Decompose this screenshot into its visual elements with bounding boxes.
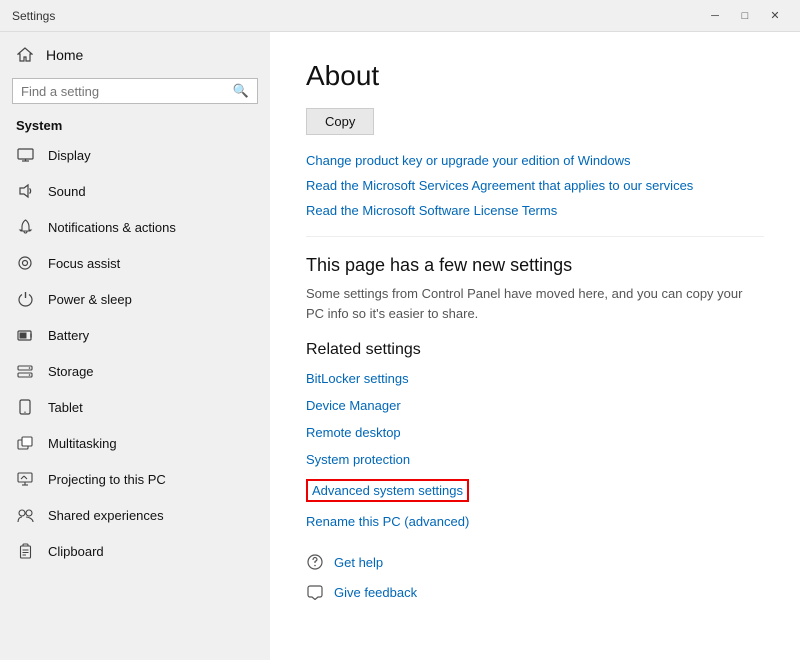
link-system-protection[interactable]: System protection (306, 452, 764, 467)
sidebar-item-clipboard[interactable]: Clipboard (0, 533, 270, 569)
sidebar-item-display[interactable]: Display (0, 137, 270, 173)
sidebar-item-notifications[interactable]: Notifications & actions (0, 209, 270, 245)
multitasking-icon (16, 434, 34, 452)
sidebar-item-focus-label: Focus assist (48, 256, 120, 271)
bottom-links: Get help Give feedback (306, 553, 764, 601)
link-advanced-system[interactable]: Advanced system settings (306, 479, 469, 502)
sidebar-item-storage-label: Storage (48, 364, 94, 379)
sidebar-item-tablet[interactable]: Tablet (0, 389, 270, 425)
title-bar: Settings ─ □ ✕ (0, 0, 800, 32)
storage-icon (16, 362, 34, 380)
related-settings-title: Related settings (306, 341, 764, 359)
search-icon: 🔍 (233, 83, 249, 99)
new-settings-heading: This page has a few new settings (306, 255, 764, 276)
sidebar-section-label: System (0, 112, 270, 137)
sidebar: Home 🔍 System Display Sound (0, 32, 270, 660)
copy-button[interactable]: Copy (306, 108, 374, 135)
sidebar-item-battery-label: Battery (48, 328, 89, 343)
give-feedback-item[interactable]: Give feedback (306, 583, 764, 601)
minimize-button[interactable]: ─ (702, 6, 728, 26)
sidebar-item-storage[interactable]: Storage (0, 353, 270, 389)
sidebar-item-multitasking-label: Multitasking (48, 436, 117, 451)
sidebar-item-projecting[interactable]: Projecting to this PC (0, 461, 270, 497)
link-device-manager[interactable]: Device Manager (306, 398, 764, 413)
give-feedback-label[interactable]: Give feedback (334, 585, 417, 600)
get-help-item[interactable]: Get help (306, 553, 764, 571)
sidebar-item-notifications-label: Notifications & actions (48, 220, 176, 235)
sidebar-item-shared-label: Shared experiences (48, 508, 164, 523)
battery-icon (16, 326, 34, 344)
search-box: 🔍 (12, 78, 258, 104)
give-feedback-icon (306, 583, 324, 601)
display-icon (16, 146, 34, 164)
shared-icon (16, 506, 34, 524)
sidebar-item-power[interactable]: Power & sleep (0, 281, 270, 317)
home-icon (16, 46, 34, 64)
sidebar-item-multitasking[interactable]: Multitasking (0, 425, 270, 461)
tablet-icon (16, 398, 34, 416)
clipboard-icon (16, 542, 34, 560)
title-bar-title: Settings (12, 9, 702, 23)
link-rename-pc[interactable]: Rename this PC (advanced) (306, 514, 764, 529)
sidebar-item-projecting-label: Projecting to this PC (48, 472, 166, 487)
sidebar-item-focus[interactable]: Focus assist (0, 245, 270, 281)
get-help-label[interactable]: Get help (334, 555, 383, 570)
link-software-license[interactable]: Read the Microsoft Software License Term… (306, 203, 764, 218)
sidebar-item-home[interactable]: Home (0, 36, 270, 74)
sidebar-item-display-label: Display (48, 148, 91, 163)
focus-icon (16, 254, 34, 272)
content-area: About Copy Change product key or upgrade… (270, 32, 800, 660)
search-input[interactable] (21, 84, 227, 99)
link-product-key[interactable]: Change product key or upgrade your editi… (306, 153, 764, 168)
sidebar-item-sound[interactable]: Sound (0, 173, 270, 209)
sidebar-item-tablet-label: Tablet (48, 400, 83, 415)
app-body: Home 🔍 System Display Sound (0, 32, 800, 660)
close-button[interactable]: ✕ (762, 6, 788, 26)
link-bitlocker[interactable]: BitLocker settings (306, 371, 764, 386)
get-help-icon (306, 553, 324, 571)
power-icon (16, 290, 34, 308)
sidebar-item-clipboard-label: Clipboard (48, 544, 104, 559)
link-services-agreement[interactable]: Read the Microsoft Services Agreement th… (306, 178, 764, 193)
divider-1 (306, 236, 764, 237)
page-title: About (306, 60, 764, 92)
sidebar-home-label: Home (46, 47, 83, 63)
projecting-icon (16, 470, 34, 488)
new-settings-desc: Some settings from Control Panel have mo… (306, 284, 764, 323)
maximize-button[interactable]: □ (732, 6, 758, 26)
sidebar-item-sound-label: Sound (48, 184, 86, 199)
link-remote-desktop[interactable]: Remote desktop (306, 425, 764, 440)
sound-icon (16, 182, 34, 200)
sidebar-item-shared[interactable]: Shared experiences (0, 497, 270, 533)
sidebar-item-battery[interactable]: Battery (0, 317, 270, 353)
notifications-icon (16, 218, 34, 236)
sidebar-item-power-label: Power & sleep (48, 292, 132, 307)
title-bar-controls: ─ □ ✕ (702, 6, 788, 26)
